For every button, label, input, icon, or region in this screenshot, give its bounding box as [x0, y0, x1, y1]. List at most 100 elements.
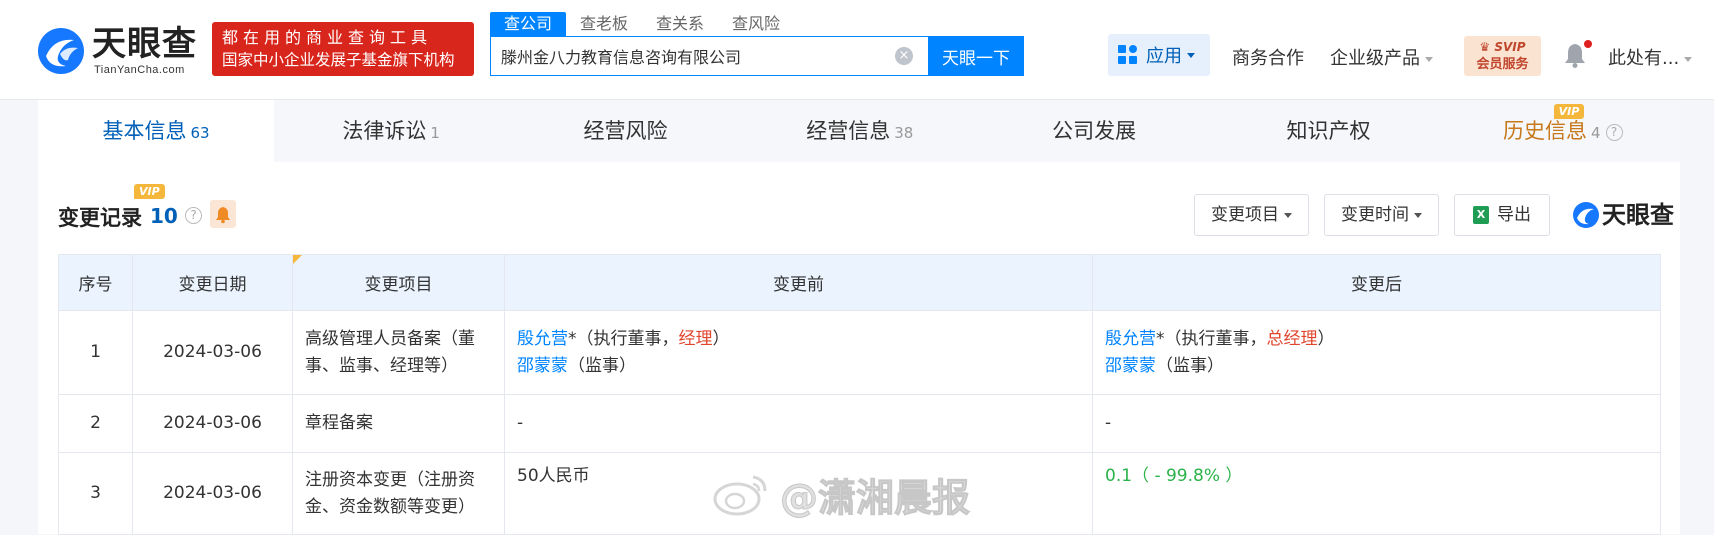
app-grid-icon — [1118, 45, 1138, 65]
column-header: 变更后 — [1092, 254, 1661, 311]
chevron-down-icon — [1684, 56, 1693, 62]
filter-label: 变更项目 — [1211, 205, 1279, 225]
column-header: 变更前 — [504, 254, 1093, 311]
row-after: 0.1（ - 99.8% ） — [1092, 452, 1661, 535]
bell-icon — [216, 207, 230, 224]
slogan-line-2: 国家中小企业发展子基金旗下机构 — [222, 51, 455, 69]
tab-label: 知识产权 — [1286, 119, 1371, 143]
tab-label: 基本信息 — [102, 119, 187, 143]
row-number: 2 — [58, 394, 133, 453]
tab-label: 公司发展 — [1052, 119, 1137, 143]
user-name: 此处有... — [1608, 48, 1680, 69]
tab-legal[interactable]: 法律诉讼 1 — [274, 100, 508, 162]
bell-icon[interactable] — [1564, 42, 1586, 68]
row-after: 殷允营*（执行董事，总经理） 邵蒙蒙（监事） — [1092, 310, 1661, 395]
row-number: 1 — [58, 310, 133, 395]
filter-label: 变更时间 — [1341, 205, 1409, 225]
notification-dot — [1584, 40, 1592, 48]
row-item: 章程备案 — [292, 394, 505, 453]
column-header: 序号 — [58, 254, 133, 311]
row-before: 殷允营*（执行董事，经理） 邵蒙蒙（监事） — [504, 310, 1093, 395]
weibo-watermark: @潇湘晨报 — [710, 464, 971, 524]
tab-label: 经营风险 — [583, 119, 668, 143]
section-count: 10 — [150, 204, 178, 228]
main-tabs: 基本信息 63 法律诉讼 1 经营风险 经营信息 38 公司发展 知识产权 VIP 历… — [38, 100, 1680, 162]
person-link[interactable]: 邵蒙蒙 — [517, 356, 568, 376]
chevron-down-icon — [1414, 212, 1422, 218]
tianyancha-logo-icon — [38, 28, 84, 74]
logo-name: 天眼查 — [92, 24, 197, 64]
tab-business-risk[interactable]: 经营风险 — [508, 100, 742, 162]
row-date: 2024-03-06 — [132, 394, 293, 453]
logo-domain: TianYanCha.com — [94, 64, 185, 76]
search-tab-risk[interactable]: 查风险 — [718, 12, 794, 36]
column-header: 变更项目 — [292, 254, 505, 311]
search-button[interactable]: 天眼一下 — [928, 36, 1024, 76]
row-item: 注册资本变更（注册资金、资金数额等变更） — [292, 452, 505, 535]
svip-label: ♛ SVIP — [1479, 40, 1526, 54]
tab-history[interactable]: VIP 历史信息 4? — [1446, 100, 1680, 162]
section-title: 变更记录 — [58, 206, 142, 230]
search-tab-company[interactable]: 查公司 — [490, 12, 567, 36]
person-link[interactable]: 邵蒙蒙 — [1105, 356, 1156, 376]
nav-app-menu[interactable]: 应用 — [1108, 34, 1210, 76]
tab-label: 法律诉讼 — [342, 119, 427, 143]
search-type-tabs: 查公司 查老板 查关系 查风险 — [490, 12, 794, 36]
search-input[interactable] — [501, 37, 881, 75]
weibo-icon — [713, 475, 767, 516]
table-row: 1 2024-03-06 高级管理人员备案（董事、监事、经理等） 殷允营*（执行… — [58, 310, 1661, 395]
tab-label: 历史信息 — [1503, 119, 1588, 143]
tab-count: 38 — [894, 124, 914, 142]
watermark-text: @潇湘晨报 — [779, 475, 971, 520]
chevron-down-icon — [1284, 212, 1292, 218]
vip-badge: VIP — [1553, 104, 1585, 119]
search-tab-relation[interactable]: 查关系 — [642, 12, 718, 36]
tab-development[interactable]: 公司发展 — [977, 100, 1211, 162]
nav-business[interactable]: 商务合作 — [1232, 44, 1304, 70]
nav-app-label: 应用 — [1146, 46, 1182, 67]
row-date: 2024-03-06 — [132, 310, 293, 395]
person-link[interactable]: 殷允营 — [517, 329, 568, 349]
tab-business-info[interactable]: 经营信息 38 — [743, 100, 977, 162]
user-menu[interactable]: 此处有... — [1608, 44, 1693, 70]
nav-enterprise-label: 企业级产品 — [1330, 48, 1420, 69]
chevron-down-icon — [1425, 56, 1433, 62]
help-icon[interactable]: ? — [185, 207, 202, 224]
brand-name: 天眼查 — [1602, 201, 1674, 229]
slogan-line-1: 都在用的商业查询工具 — [222, 28, 433, 47]
search-tab-boss[interactable]: 查老板 — [566, 12, 642, 36]
excel-icon: X — [1473, 206, 1489, 224]
row-after: - — [1092, 394, 1661, 453]
row-item: 高级管理人员备案（董事、监事、经理等） — [292, 310, 505, 395]
clear-icon[interactable]: × — [895, 47, 913, 65]
slogan-banner: 都在用的商业查询工具 国家中小企业发展子基金旗下机构 — [212, 22, 474, 76]
help-icon[interactable]: ? — [1605, 123, 1623, 141]
svip-service-label: 会员服务 — [1476, 57, 1529, 72]
nav-enterprise[interactable]: 企业级产品 — [1330, 44, 1433, 70]
tab-basic-info[interactable]: 基本信息 63 — [38, 100, 274, 162]
export-button[interactable]: X 导出 — [1454, 194, 1550, 236]
tab-count: 1 — [430, 124, 440, 142]
tianyancha-logo[interactable]: 天眼查 TianYanCha.com — [36, 24, 204, 80]
vip-badge: VIP — [134, 184, 165, 199]
chevron-down-icon — [1187, 52, 1195, 58]
filter-change-time[interactable]: 变更时间 — [1324, 194, 1439, 236]
row-date: 2024-03-06 — [132, 452, 293, 535]
table-header-row: 序号 变更日期 变更项目 变更前 变更后 — [58, 254, 1661, 311]
export-label: 导出 — [1497, 205, 1531, 225]
tianyancha-logo-icon — [1573, 202, 1599, 228]
table-row: 2 2024-03-06 章程备案 - - — [58, 394, 1661, 453]
filter-change-item[interactable]: 变更项目 — [1194, 194, 1309, 236]
row-number: 3 — [58, 452, 133, 535]
svip-button[interactable]: ♛ SVIP 会员服务 — [1464, 36, 1541, 76]
row-before: - — [504, 394, 1093, 453]
tab-count: 63 — [190, 124, 210, 142]
subscribe-button[interactable] — [210, 200, 236, 228]
column-header[interactable]: 变更日期 — [132, 254, 293, 311]
tab-count: 4 — [1591, 124, 1601, 142]
tab-label: 经营信息 — [806, 119, 891, 143]
person-link[interactable]: 殷允营 — [1105, 329, 1156, 349]
search-box: × — [490, 36, 930, 76]
top-header: 天眼查 TianYanCha.com 都在用的商业查询工具 国家中小企业发展子基… — [0, 0, 1714, 100]
tab-ip[interactable]: 知识产权 — [1211, 100, 1445, 162]
